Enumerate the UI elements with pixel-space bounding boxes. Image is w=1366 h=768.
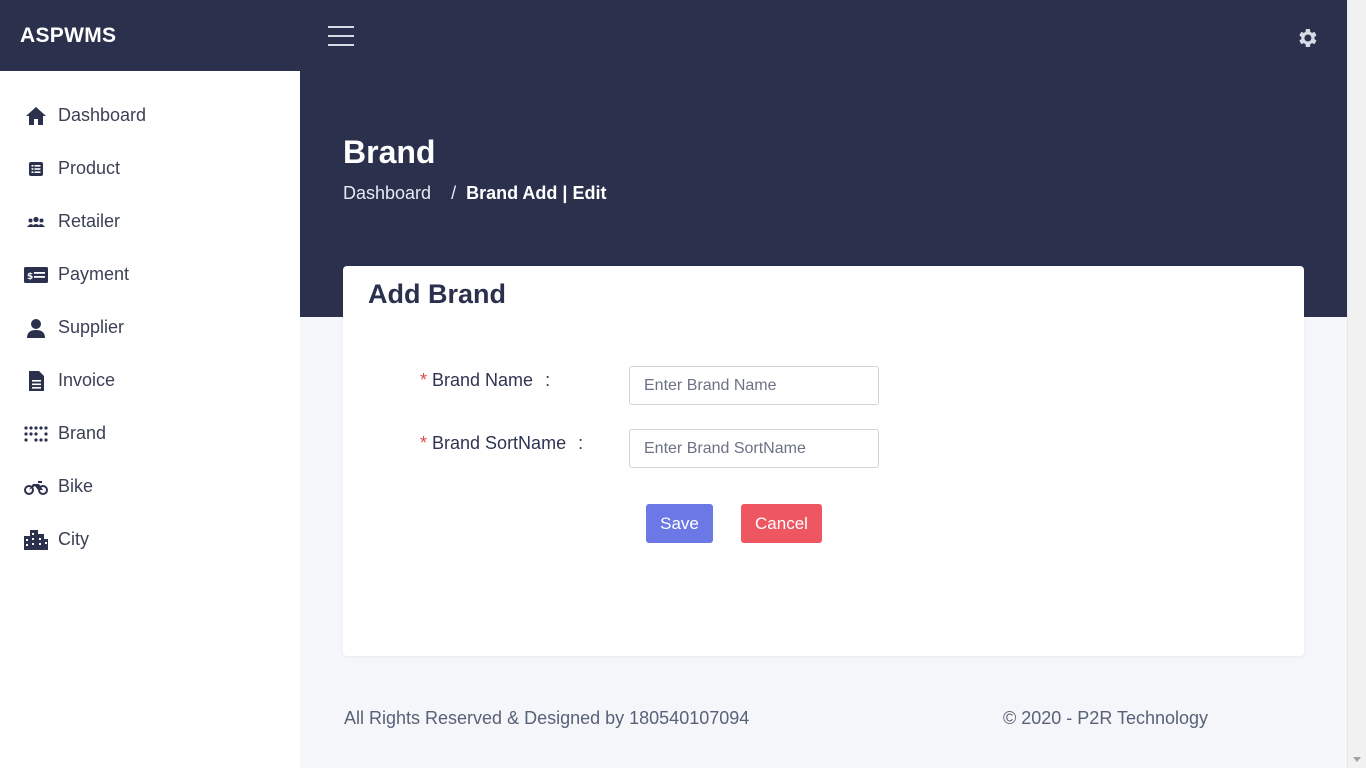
brand-sortname-label-text: Brand SortName (432, 433, 567, 453)
brand-name-label: * Brand Name: (420, 370, 550, 391)
label-colon: : (578, 433, 584, 453)
money-check-icon: $ (24, 263, 48, 287)
sidebar-item-city[interactable]: City (0, 513, 300, 566)
sidebar-item-label: Brand (58, 423, 107, 443)
brand-name-label-text: Brand Name (432, 370, 534, 390)
required-marker: * (420, 370, 428, 390)
sidebar-item-label: Retailer (58, 211, 121, 231)
app-brand-bar: ASPWMS (0, 0, 300, 71)
scroll-down-arrow-icon[interactable] (1353, 757, 1361, 762)
cancel-button[interactable]: Cancel (741, 504, 822, 543)
city-icon (24, 528, 48, 552)
page-scrollbar[interactable] (1347, 0, 1366, 768)
sidebar-item-label: Payment (58, 264, 130, 284)
footer-copyright: © 2020 - P2R Technology (1003, 708, 1209, 728)
breadcrumb-separator: / (451, 183, 457, 203)
hamburger-icon[interactable] (328, 26, 354, 48)
add-brand-card: Add Brand *Brand Name: *Brand SortName: … (343, 266, 1304, 656)
sidebar-item-brand[interactable]: Brand (0, 407, 300, 460)
sidebar: ASPWMS Dashboard Product Retailer $ Paym… (0, 0, 300, 768)
breadcrumb: Dashboard / Brand Add | Edit (343, 183, 606, 204)
footer-credits: All Rights Reserved & Designed by 180540… (344, 708, 750, 728)
sidebar-item-label: City (58, 529, 89, 549)
sidebar-item-payment[interactable]: $ Payment (0, 248, 300, 301)
sidebar-item-product[interactable]: Product (0, 142, 300, 195)
sidebar-item-bike[interactable]: Bike (0, 460, 300, 513)
page-title: Brand (343, 134, 436, 170)
label-colon: : (545, 370, 551, 390)
sidebar-item-supplier[interactable]: Supplier (0, 301, 300, 354)
sidebar-nav: Dashboard Product Retailer $ Payment Sup… (0, 71, 300, 566)
sidebar-item-retailer[interactable]: Retailer (0, 195, 300, 248)
brand-name-input[interactable] (629, 366, 879, 405)
dots-grid-icon (24, 422, 48, 446)
save-button[interactable]: Save (646, 504, 713, 543)
sidebar-item-label: Dashboard (58, 105, 147, 125)
card-title: Add Brand (368, 279, 506, 309)
user-icon (24, 316, 48, 340)
list-icon (24, 157, 48, 181)
app-title[interactable]: ASPWMS (20, 24, 116, 48)
sidebar-item-invoice[interactable]: Invoice (0, 354, 300, 407)
users-icon (24, 210, 48, 234)
breadcrumb-current: Brand Add | Edit (466, 183, 607, 203)
brand-sortname-input[interactable] (629, 429, 879, 468)
sidebar-item-label: Supplier (58, 317, 125, 337)
required-marker: * (420, 433, 428, 453)
brand-sortname-label: * Brand SortName: (420, 433, 583, 454)
sidebar-item-label: Product (58, 158, 121, 178)
sidebar-item-label: Bike (58, 476, 94, 496)
svg-text:$: $ (27, 272, 33, 282)
sidebar-item-label: Invoice (58, 370, 116, 390)
gear-icon[interactable] (1295, 26, 1319, 50)
breadcrumb-dashboard-link[interactable]: Dashboard (343, 183, 431, 204)
file-icon (24, 369, 48, 393)
motorcycle-icon (24, 475, 48, 499)
home-icon (24, 104, 48, 128)
sidebar-item-dashboard[interactable]: Dashboard (0, 89, 300, 142)
